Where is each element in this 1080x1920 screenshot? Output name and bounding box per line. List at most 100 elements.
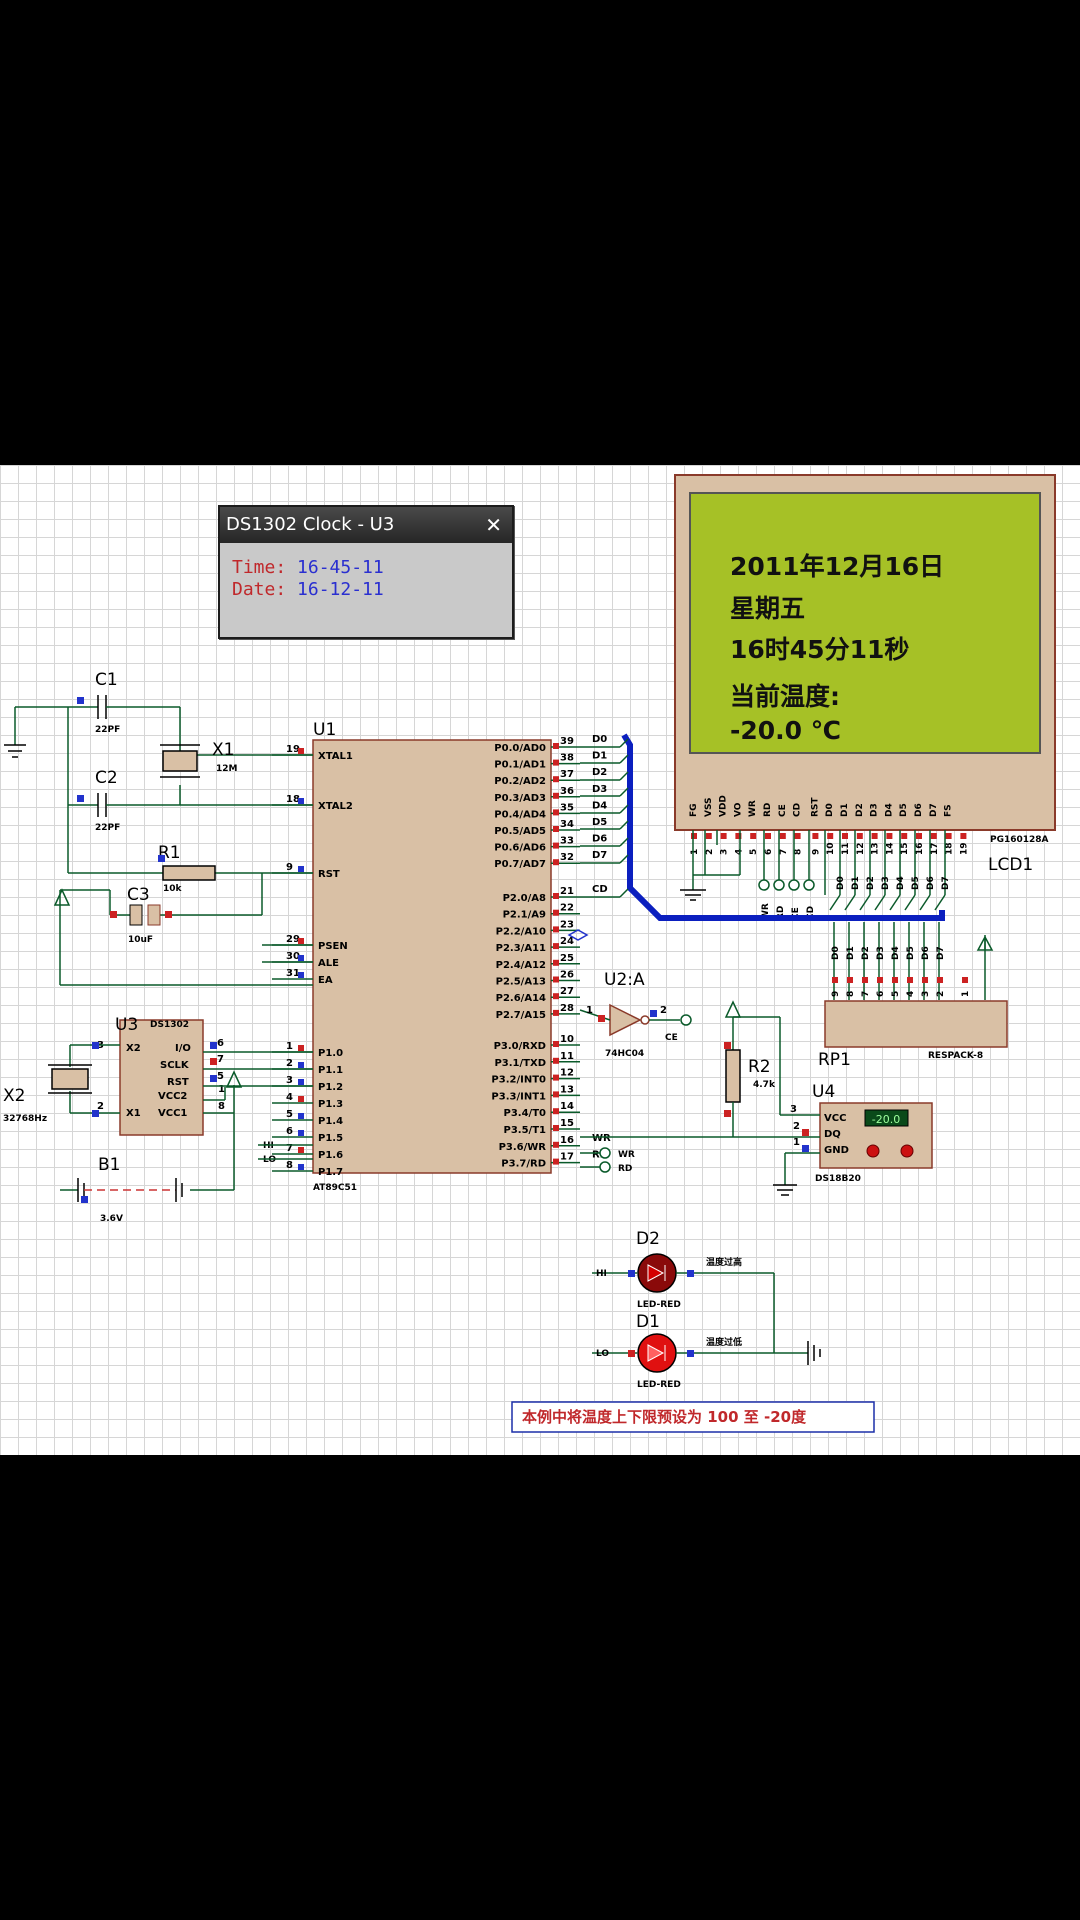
- c2-ref: C2: [95, 768, 118, 788]
- ds1302-clock-window[interactable]: DS1302 Clock - U3 ✕ Time: 16-45-11 Date:…: [218, 505, 514, 639]
- u1-pin-num: 34: [560, 819, 574, 830]
- bus-label-rp: D5: [906, 946, 916, 960]
- u1-pin-num: 5: [286, 1109, 293, 1120]
- lcd-pin-name: CE: [778, 804, 788, 817]
- svg-text:CE: CE: [665, 1033, 678, 1043]
- u1-pin-num: 15: [560, 1118, 574, 1129]
- u1-pin-name: P0.5/AD5: [494, 826, 546, 837]
- c1-ref: C1: [95, 670, 118, 690]
- u1-pin-name: P0.6/AD6: [494, 843, 546, 854]
- u1-pin-num: 32: [560, 852, 574, 863]
- u1-pin-num: 31: [286, 968, 300, 979]
- date-value: 16-12-11: [297, 579, 384, 600]
- lcd-pin-name: D0: [825, 803, 835, 817]
- u1-pin-num: 29: [286, 934, 300, 945]
- u4-temp-sensor[interactable]: U4 DS18B20 VCC DQ GND 3 2 1 -20.0: [790, 1082, 933, 1184]
- bus-label-lcd: D1: [851, 876, 861, 890]
- u1-pin-num: 23: [560, 919, 574, 930]
- u1-pin-num: 9: [286, 862, 293, 873]
- u4-decrease-button[interactable]: [866, 1144, 880, 1158]
- u1-microcontroller[interactable]: U1 AT89C51 19XTAL118XTAL29RST29PSEN30ALE…: [272, 720, 611, 1193]
- svg-text:1: 1: [586, 1005, 593, 1016]
- svg-text:1: 1: [793, 1137, 800, 1148]
- u1-pin-num: 22: [560, 903, 574, 914]
- u1-pin-num: 24: [560, 936, 574, 947]
- u1-pin-num: 26: [560, 970, 574, 981]
- u1-pin-num: 6: [286, 1126, 293, 1137]
- c3-capacitor[interactable]: [129, 904, 143, 926]
- lcd-pin-num: 18: [945, 842, 955, 855]
- u1-pin-num: 37: [560, 769, 574, 780]
- lcd-pin-num: 16: [915, 842, 925, 855]
- popup-titlebar[interactable]: DS1302 Clock - U3 ✕: [220, 507, 512, 543]
- svg-text:12M: 12M: [216, 764, 238, 774]
- bus-label-lcd: D7: [941, 876, 951, 890]
- svg-text:LO: LO: [596, 1349, 609, 1359]
- bus-label-lcd: D5: [911, 876, 921, 890]
- u1-pin-name: P2.4/A12: [496, 960, 546, 971]
- u4-increase-button[interactable]: [900, 1144, 914, 1158]
- net-lo-left: LO: [263, 1155, 276, 1165]
- u1-pin-num: 14: [560, 1101, 574, 1112]
- u1-pin-name: EA: [318, 975, 333, 986]
- svg-text:LED-RED: LED-RED: [637, 1380, 681, 1390]
- u1-pin-name: P0.0/AD0: [494, 743, 546, 754]
- b1-ref: B1: [98, 1155, 120, 1175]
- r1-resistor[interactable]: [162, 865, 216, 881]
- u1-pin-num: 18: [286, 794, 300, 805]
- rp1-pin-num: 5: [891, 991, 901, 997]
- bus-label-lcd: D4: [896, 876, 906, 890]
- u1-model: AT89C51: [313, 1183, 357, 1193]
- net-label: D0: [592, 734, 607, 745]
- net-wr: WR: [618, 1150, 635, 1160]
- svg-text:RP1: RP1: [818, 1050, 851, 1070]
- rp1-pin-num: 6: [876, 991, 886, 997]
- bus-label-rp: D4: [891, 946, 901, 960]
- u2-inverter[interactable]: U2:A 74HC04 1 2 CE: [579, 970, 692, 1059]
- svg-text:22PF: 22PF: [95, 823, 120, 833]
- u1-pin-num: 27: [560, 986, 574, 997]
- lcd-pin-num: 6: [764, 849, 774, 855]
- r2-resistor[interactable]: R2 4.7k: [724, 1000, 781, 1137]
- u1-pin-name: P1.4: [318, 1116, 343, 1127]
- svg-text:VCC: VCC: [824, 1113, 846, 1124]
- lcd-pin-name: D5: [899, 803, 909, 817]
- u1-pin-name: P2.0/A8: [503, 893, 546, 904]
- x2-crystal[interactable]: [51, 1068, 89, 1090]
- u1-pin-name: P1.2: [318, 1082, 343, 1093]
- x2-ref: X2: [3, 1086, 25, 1106]
- svg-text:10uF: 10uF: [128, 935, 153, 945]
- svg-text:SCLK: SCLK: [160, 1060, 190, 1071]
- bus-label-rp: D6: [921, 946, 931, 960]
- d1-note: 温度过低: [706, 1336, 742, 1348]
- lcd-pin-num: 19: [959, 842, 969, 855]
- lcd-pin-name: FS: [944, 804, 954, 817]
- u1-pin-name: P3.2/INT0: [491, 1075, 546, 1086]
- net-hi-left: HI: [263, 1141, 274, 1151]
- bus-label-lcd: D2: [866, 876, 876, 890]
- u1-pin-name: P1.3: [318, 1099, 343, 1110]
- b1-battery[interactable]: [77, 1178, 183, 1202]
- schematic-drawing: 2011年12月16日 星期五 16时45分11秒 当前温度: -20.0 ℃ …: [3, 474, 1056, 1433]
- schematic-canvas[interactable]: 2011年12月16日 星期五 16时45分11秒 当前温度: -20.0 ℃ …: [0, 465, 1080, 1455]
- bus-label-lcd: D0: [836, 876, 846, 890]
- lcd-pin-num: 10: [826, 842, 836, 855]
- rp1-pin-num: 7: [861, 991, 871, 997]
- u3-rtc[interactable]: U3 DS1302 X2 I/O SCLK RST X1 VCC2 VCC1 3…: [97, 1015, 225, 1136]
- u1-pin-num: 19: [286, 744, 300, 755]
- net-label: CD: [592, 884, 608, 895]
- u1-pin-name: P2.6/A14: [496, 993, 546, 1004]
- d2-led[interactable]: D2 LED-RED HI 温度过高: [592, 1229, 775, 1353]
- u1-pin-num: 3: [286, 1075, 293, 1086]
- rp1-pin-num: 9: [831, 991, 841, 997]
- u1-pin-num: 39: [560, 736, 574, 747]
- lcd-pin-name: D4: [884, 803, 894, 817]
- popup-body: Time: 16-45-11 Date: 16-12-11: [220, 543, 512, 601]
- d1-led[interactable]: D1 LED-RED LO 温度过低: [592, 1312, 821, 1390]
- x1-crystal[interactable]: [162, 750, 198, 772]
- lcd-module[interactable]: 2011年12月16日 星期五 16时45分11秒 当前温度: -20.0 ℃ …: [674, 474, 1056, 875]
- close-icon[interactable]: ✕: [485, 507, 502, 543]
- rp1-pin-num: 2: [936, 991, 946, 997]
- lcd-pin-num: 14: [885, 842, 895, 855]
- lcd-pin-num: 2: [705, 849, 715, 855]
